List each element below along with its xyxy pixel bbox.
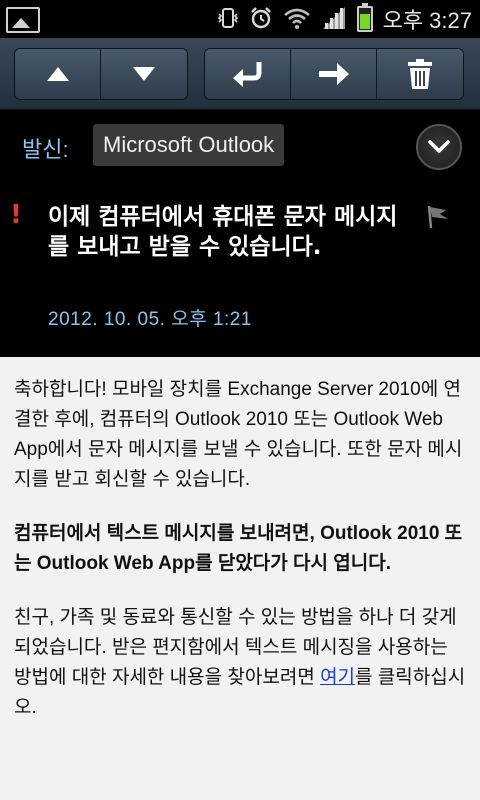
chevron-down-icon bbox=[428, 140, 450, 153]
vibrate-icon bbox=[217, 6, 239, 33]
status-time: 오후 3:27 bbox=[382, 8, 472, 33]
delete-button[interactable] bbox=[377, 49, 463, 99]
action-button-group bbox=[204, 48, 464, 100]
arrow-up-icon bbox=[46, 67, 69, 81]
message-subject: 이제 컴퓨터에서 휴대폰 문자 메시지를 보내고 받을 수 있습니다. bbox=[48, 204, 398, 260]
expand-details-button[interactable] bbox=[416, 124, 462, 170]
high-priority-icon: ! bbox=[10, 200, 22, 230]
body-paragraph-2: 컴퓨터에서 텍스트 메시지를 보내려면, Outlook 2010 또는 Out… bbox=[14, 523, 463, 574]
previous-message-button[interactable] bbox=[15, 49, 101, 99]
arrow-down-icon bbox=[133, 67, 155, 81]
message-header: 발신: Microsoft Outlook ! 이제 컴퓨터에서 휴대폰 문자 … bbox=[0, 110, 480, 357]
navigation-button-group bbox=[14, 48, 188, 100]
body-paragraph-3: 친구, 가족 및 동료와 통신할 수 있는 방법을 하나 더 갖게 되었습니다.… bbox=[14, 603, 466, 723]
message-toolbar bbox=[0, 38, 480, 110]
reply-button[interactable] bbox=[205, 49, 291, 99]
reply-icon bbox=[232, 62, 261, 87]
wifi-icon bbox=[283, 6, 311, 33]
flag-icon bbox=[427, 205, 448, 229]
status-bar: 오후 3:27 bbox=[0, 0, 480, 38]
gallery-icon bbox=[6, 7, 40, 33]
flag-button[interactable] bbox=[426, 204, 452, 234]
forward-button[interactable] bbox=[291, 49, 377, 99]
forward-icon bbox=[318, 63, 349, 85]
help-link[interactable]: 여기 bbox=[320, 667, 355, 688]
signal-icon bbox=[321, 5, 347, 34]
message-date: 2012. 10. 05. 오후 1:21 bbox=[48, 309, 252, 330]
trash-icon bbox=[408, 59, 432, 89]
status-icons: 오후 3:27 bbox=[217, 0, 472, 38]
next-message-button[interactable] bbox=[101, 49, 187, 99]
alarm-icon bbox=[249, 6, 273, 33]
sender-label: 발신: bbox=[22, 137, 69, 162]
sender-name[interactable]: Microsoft Outlook bbox=[93, 124, 285, 166]
body-paragraph-1: 축하합니다! 모바일 장치를 Exchange Server 2010에 연결한… bbox=[14, 379, 463, 490]
message-body: 축하합니다! 모바일 장치를 Exchange Server 2010에 연결한… bbox=[0, 357, 480, 800]
battery-icon bbox=[356, 3, 373, 32]
